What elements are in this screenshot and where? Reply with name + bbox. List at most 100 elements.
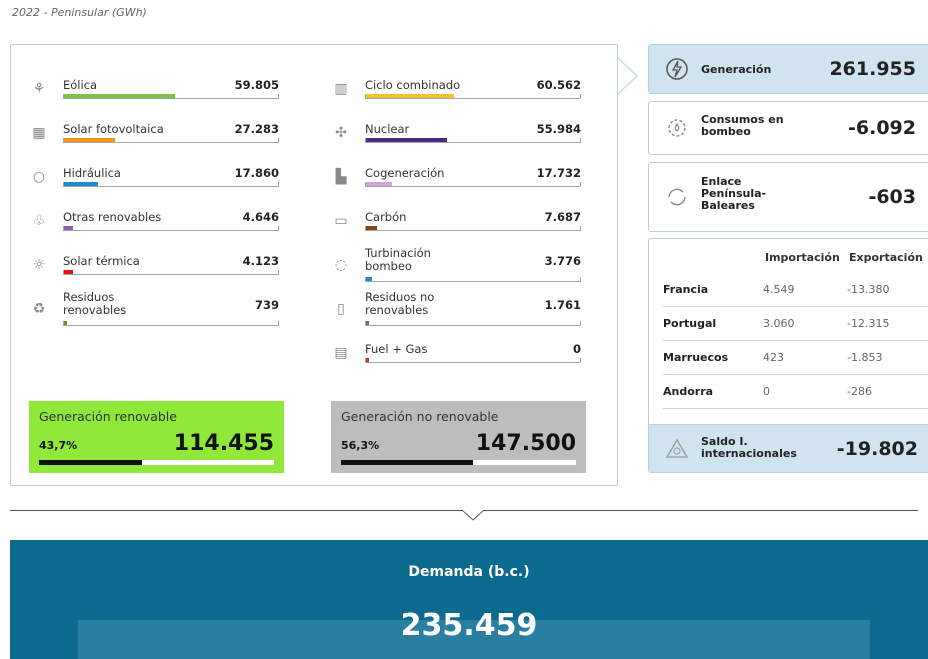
tech-value: 27.283 bbox=[234, 122, 279, 136]
leaf-hand-icon: ♧ bbox=[32, 213, 46, 229]
tech-bar-fill bbox=[366, 182, 392, 186]
tech-name: Nuclear bbox=[365, 122, 410, 136]
tech-bar-fill bbox=[64, 270, 73, 274]
non-renewable-share-fill bbox=[341, 460, 474, 465]
tech-bar bbox=[63, 138, 279, 143]
non-renewable-total: 147.500 bbox=[475, 431, 576, 456]
tech-row[interactable]: ▙ Cogeneración 17.732 bbox=[331, 163, 581, 207]
nuclear-icon: ✣ bbox=[335, 125, 347, 141]
balance-value: -19.802 bbox=[836, 437, 918, 460]
tech-name: Solar fotovoltaica bbox=[63, 122, 164, 136]
factory-icon: ▙ bbox=[335, 169, 347, 185]
import-value: 0 bbox=[763, 385, 770, 398]
export-value: -13.380 bbox=[847, 283, 890, 296]
tech-bar-fill bbox=[64, 94, 176, 98]
tech-name: Carbón bbox=[365, 210, 407, 224]
import-value: 423 bbox=[763, 351, 784, 364]
power-plant-icon: ▥ bbox=[334, 81, 348, 97]
non-renewable-percent: 56,3% bbox=[341, 439, 380, 452]
cycle-arrows-icon bbox=[665, 185, 689, 209]
tech-row[interactable]: ♻ Residuos renovables 739 bbox=[29, 291, 279, 339]
tech-value: 17.732 bbox=[536, 166, 581, 180]
tech-value: 4.646 bbox=[242, 210, 279, 224]
tech-value: 7.687 bbox=[544, 210, 581, 224]
page-subtitle: 2022 - Peninsular (GWh) bbox=[12, 6, 147, 19]
globe-triangle-icon bbox=[665, 437, 689, 461]
sun-icon: ☼ bbox=[32, 257, 46, 273]
tech-row[interactable]: ✣ Nuclear 55.984 bbox=[331, 119, 581, 163]
tech-row[interactable]: ⚘ Eólica 59.805 bbox=[29, 75, 279, 119]
tech-bar-fill bbox=[64, 226, 73, 230]
generation-label: Generación bbox=[701, 63, 772, 76]
tech-bar bbox=[365, 94, 581, 99]
generation-card[interactable]: Generación 261.955 bbox=[648, 44, 928, 94]
lightning-icon bbox=[665, 57, 689, 81]
country-name: Marruecos bbox=[663, 351, 729, 364]
international-row[interactable]: Portugal 3.060 -12.315 bbox=[663, 307, 928, 341]
demand-value: 235.459 bbox=[400, 608, 538, 643]
tech-bar bbox=[63, 226, 279, 231]
tech-name: Residuos no renovables bbox=[365, 290, 435, 317]
tech-row[interactable]: ◌ Turbinación bombeo 3.776 bbox=[331, 247, 581, 295]
tech-value: 0 bbox=[572, 342, 581, 356]
international-balance[interactable]: Saldo I. internacionales -19.802 bbox=[649, 424, 928, 472]
tech-bar bbox=[365, 138, 581, 143]
tech-row[interactable]: ▤ Fuel + Gas 0 bbox=[331, 339, 581, 383]
tech-value: 739 bbox=[254, 298, 279, 312]
tech-row[interactable]: ▦ Solar fotovoltaica 27.283 bbox=[29, 119, 279, 163]
waste-bin-icon: ▯ bbox=[337, 301, 345, 317]
tech-bar bbox=[63, 270, 279, 275]
tech-bar bbox=[365, 277, 581, 282]
fuel-tank-icon: ▤ bbox=[334, 345, 348, 361]
tech-bar bbox=[63, 182, 279, 187]
tech-row[interactable]: ♧ Otras renovables 4.646 bbox=[29, 207, 279, 251]
solar-panel-icon: ▦ bbox=[32, 125, 46, 141]
tech-bar bbox=[63, 321, 279, 326]
country-name: Andorra bbox=[663, 385, 714, 398]
import-value: 4.549 bbox=[763, 283, 795, 296]
pumping-label: Consumos en bombeo bbox=[701, 113, 784, 138]
renewables-column: ⚘ Eólica 59.805 ▦ Solar fotovoltaica 27.283 ○ H… bbox=[29, 75, 279, 339]
tech-row[interactable]: ▭ Carbón 7.687 bbox=[331, 207, 581, 251]
tech-bar-fill bbox=[366, 138, 448, 142]
tech-bar bbox=[365, 182, 581, 187]
renewable-total: 114.455 bbox=[173, 431, 274, 456]
demand-panel: Demanda (b.c.) 235.459 bbox=[10, 540, 928, 659]
pumping-consumption-card[interactable]: Consumos en bombeo -6.092 bbox=[648, 101, 928, 155]
divider-chevron bbox=[462, 510, 484, 521]
tech-name: Turbinación bombeo bbox=[365, 246, 431, 273]
tech-value: 1.761 bbox=[544, 298, 581, 312]
tech-row[interactable]: ▯ Residuos no renovables 1.761 bbox=[331, 291, 581, 339]
international-row[interactable]: Marruecos 423 -1.853 bbox=[663, 341, 928, 375]
pumping-value: -6.092 bbox=[848, 117, 916, 139]
renewable-share-bar bbox=[39, 460, 274, 465]
tech-bar-fill bbox=[366, 358, 370, 362]
gear-drop-icon bbox=[665, 116, 689, 140]
tech-row[interactable]: ○ Hidráulica 17.860 bbox=[29, 163, 279, 207]
tech-row[interactable]: ☼ Solar térmica 4.123 bbox=[29, 251, 279, 295]
country-name: Francia bbox=[663, 283, 709, 296]
wind-turbine-icon: ⚘ bbox=[32, 81, 46, 97]
tech-name: Solar térmica bbox=[63, 254, 140, 268]
tech-row[interactable]: ▥ Ciclo combinado 60.562 bbox=[331, 75, 581, 119]
import-value: 3.060 bbox=[763, 317, 795, 330]
tech-name: Hidráulica bbox=[63, 166, 121, 180]
international-row[interactable]: Francia 4.549 -13.380 bbox=[663, 273, 928, 307]
recycle-bin-icon: ♻ bbox=[32, 301, 46, 317]
renewable-percent: 43,7% bbox=[39, 439, 78, 452]
international-row[interactable]: Andorra 0 -286 bbox=[663, 375, 928, 409]
demand-label: Demanda (b.c.) bbox=[408, 564, 530, 580]
link-value: -603 bbox=[868, 186, 916, 208]
renewable-summary: Generación renovable 43,7% 114.455 bbox=[29, 401, 284, 473]
tech-bar bbox=[365, 358, 581, 363]
tech-name: Otras renovables bbox=[63, 210, 162, 224]
peninsula-baleares-link-card[interactable]: Enlace Península-Baleares -603 bbox=[648, 162, 928, 232]
non-renewable-summary: Generación no renovable 56,3% 147.500 bbox=[331, 401, 586, 473]
balance-label: Saldo I. internacionales bbox=[701, 435, 797, 460]
tech-bar bbox=[63, 94, 279, 99]
panel-pointer-arrow bbox=[617, 58, 638, 94]
import-header: Importación bbox=[765, 251, 840, 264]
pump-drop-icon: ◌ bbox=[334, 257, 348, 273]
tech-value: 60.562 bbox=[536, 78, 581, 92]
international-exchanges-card: Importación Exportación Francia 4.549 -13.… bbox=[648, 238, 928, 473]
